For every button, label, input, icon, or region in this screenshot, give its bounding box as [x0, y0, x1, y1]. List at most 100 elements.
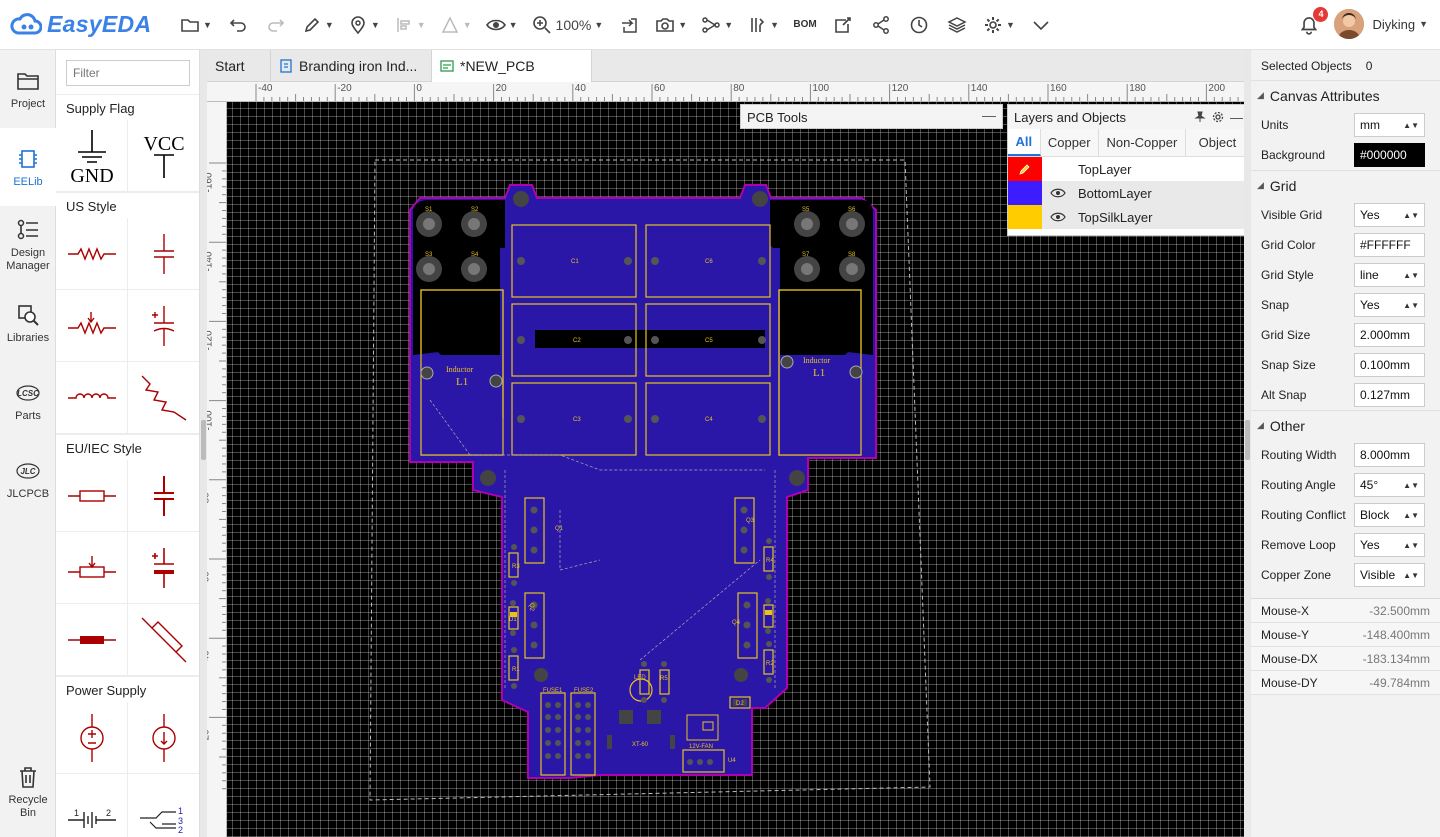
layers-tab-copper[interactable]: Copper: [1040, 129, 1099, 156]
routing-conflict-select[interactable]: Block ▲▼: [1354, 503, 1425, 527]
bom-button[interactable]: BOM: [793, 9, 817, 41]
avatar[interactable]: [1334, 9, 1365, 39]
file-menu-button[interactable]: ▼: [180, 9, 212, 41]
layers-tab-non-copper[interactable]: Non-Copper: [1098, 129, 1186, 156]
view-menu-button[interactable]: ▼: [485, 9, 518, 41]
chevron-down-icon: [1033, 20, 1049, 30]
us-polarized-capacitor[interactable]: [128, 290, 199, 362]
background-input[interactable]: #000000: [1354, 143, 1425, 167]
user-name[interactable]: Diyking: [1372, 17, 1415, 32]
us-potentiometer[interactable]: [56, 290, 128, 362]
us-capacitor[interactable]: [128, 218, 199, 290]
tab-start[interactable]: Start: [207, 50, 271, 82]
regulator[interactable]: 132: [128, 774, 199, 837]
pin-icon[interactable]: [1194, 111, 1206, 123]
vcc-symbol[interactable]: VCC: [128, 120, 199, 192]
layers-tab-object[interactable]: Object: [1185, 129, 1249, 156]
layer-color-bottom[interactable]: [1008, 181, 1042, 205]
mouse-y-value: -148.400mm: [1362, 627, 1430, 642]
nav-parts[interactable]: LCSC Parts: [0, 362, 56, 440]
eu-capacitor-icon: [153, 475, 174, 516]
redo-button[interactable]: [264, 9, 288, 41]
camera-icon: [656, 17, 675, 32]
library-filter-input[interactable]: [66, 60, 190, 86]
ruler-left-label: -100: [207, 410, 215, 431]
design-manager-icon: [17, 219, 38, 240]
route-menu-button[interactable]: ▼: [701, 9, 733, 41]
us-inductor[interactable]: [56, 362, 128, 434]
place-menu-button[interactable]: ▼: [348, 9, 380, 41]
layers-button[interactable]: [945, 9, 969, 41]
units-select[interactable]: mm ▲▼: [1354, 113, 1425, 137]
nav-eelib[interactable]: EELib: [0, 128, 56, 206]
zoom-menu-button[interactable]: 100% ▼: [532, 9, 603, 41]
dc-voltage-source[interactable]: [56, 702, 128, 774]
measure-menu-button[interactable]: ▼: [440, 9, 472, 41]
history-button[interactable]: [907, 9, 931, 41]
nav-recycle-bin[interactable]: Recycle Bin: [0, 753, 56, 831]
more-button[interactable]: [1029, 9, 1053, 41]
minimize-icon[interactable]: —: [982, 107, 996, 123]
layer-row-bottomlayer[interactable]: BottomLayer: [1008, 181, 1249, 205]
gear-icon[interactable]: [1212, 111, 1224, 123]
eu-capacitor[interactable]: [128, 460, 199, 532]
share-button[interactable]: [869, 9, 893, 41]
grid-size-label: Grid Size: [1261, 328, 1311, 342]
canvas-attributes-header[interactable]: ◢ Canvas Attributes: [1251, 80, 1440, 110]
eu-variable-resistor[interactable]: [128, 604, 199, 676]
layer-row-topsilk[interactable]: TopSilkLayer: [1008, 205, 1249, 229]
grid-header[interactable]: ◢ Grid: [1251, 170, 1440, 200]
right-splitter[interactable]: [1244, 50, 1251, 837]
tab-new-pcb[interactable]: *NEW_PCB: [432, 50, 592, 82]
layer-color-topsilk[interactable]: [1008, 205, 1042, 229]
tab-branding-iron[interactable]: Branding iron Ind...: [271, 50, 432, 82]
silk-led: LED: [634, 675, 646, 681]
nav-design-manager[interactable]: Design Manager: [0, 206, 56, 284]
left-splitter[interactable]: [200, 50, 207, 837]
other-header[interactable]: ◢ Other: [1251, 410, 1440, 440]
nav-libraries[interactable]: Libraries: [0, 284, 56, 362]
nav-jlcpcb[interactable]: JLC JLCPCB: [0, 440, 56, 518]
eye-icon[interactable]: [1046, 188, 1070, 198]
nav-project[interactable]: Project: [0, 50, 56, 128]
us-resistor[interactable]: [56, 218, 128, 290]
variable-resistor-icon: [141, 375, 186, 421]
ruler-left-label: -20: [207, 729, 212, 745]
grid-size-input[interactable]: 2.000mm: [1354, 323, 1425, 347]
eu-resistor[interactable]: [56, 460, 128, 532]
pcb-tools-panel[interactable]: PCB Tools —: [740, 104, 1003, 129]
eye-icon[interactable]: [1046, 212, 1070, 222]
gnd-symbol[interactable]: GND: [56, 120, 128, 192]
visible-grid-select[interactable]: Yes ▲▼: [1354, 203, 1425, 227]
draw-menu-button[interactable]: ▼: [302, 9, 334, 41]
eu-potentiometer[interactable]: [56, 532, 128, 604]
export-button[interactable]: [831, 9, 855, 41]
folder-icon: [181, 18, 199, 32]
silk-c4: C4: [705, 417, 713, 423]
grid-style-select[interactable]: line ▲▼: [1354, 263, 1425, 287]
copper-zone-select[interactable]: Visible ▲▼: [1354, 563, 1425, 587]
us-variable-resistor[interactable]: [128, 362, 199, 434]
import-button[interactable]: [617, 9, 641, 41]
routing-width-input[interactable]: 8.000mm: [1354, 443, 1425, 467]
notifications-button[interactable]: 4: [1298, 7, 1329, 35]
remove-loop-select[interactable]: Yes ▲▼: [1354, 533, 1425, 557]
grid-color-input[interactable]: #FFFFFF: [1354, 233, 1425, 257]
camera-menu-button[interactable]: ▼: [655, 9, 687, 41]
layer-row-toplayer[interactable]: TopLayer: [1008, 157, 1249, 181]
tools-menu-button[interactable]: ▼: [747, 9, 779, 41]
eu-inductor[interactable]: [56, 604, 128, 676]
routing-angle-select[interactable]: 45° ▲▼: [1354, 473, 1425, 497]
minimize-icon[interactable]: —: [1230, 110, 1243, 125]
settings-menu-button[interactable]: ▼: [983, 9, 1015, 41]
snap-select[interactable]: Yes ▲▼: [1354, 293, 1425, 317]
eu-polarized-capacitor[interactable]: [128, 532, 199, 604]
align-menu-button[interactable]: ▼: [394, 9, 426, 41]
layer-color-top[interactable]: [1008, 157, 1042, 181]
current-source[interactable]: [128, 702, 199, 774]
snap-size-input[interactable]: 0.100mm: [1354, 353, 1425, 377]
layers-tab-all[interactable]: All: [1008, 129, 1041, 156]
undo-button[interactable]: [226, 9, 250, 41]
alt-snap-input[interactable]: 0.127mm: [1354, 383, 1425, 407]
battery[interactable]: 12: [56, 774, 128, 837]
